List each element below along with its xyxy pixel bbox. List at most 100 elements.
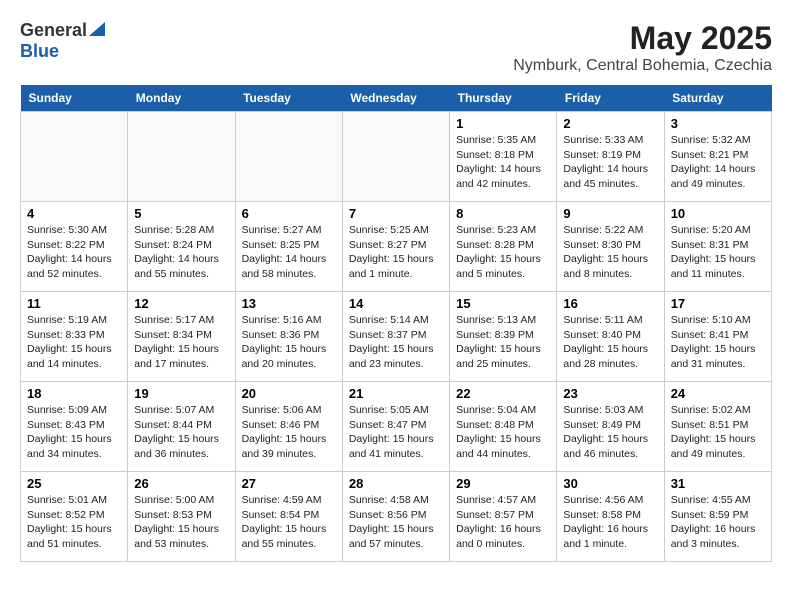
calendar-header-row: SundayMondayTuesdayWednesdayThursdayFrid… [21,85,772,112]
calendar-cell-11: 11 Sunrise: 5:19 AMSunset: 8:33 PMDayligh… [21,292,128,382]
day-number: 18 [27,386,121,401]
week-row-5: 25 Sunrise: 5:01 AMSunset: 8:52 PMDayligh… [21,472,772,562]
logo: General Blue [20,20,105,62]
cell-details: Sunrise: 5:04 AMSunset: 8:48 PMDaylight:… [456,403,550,462]
day-number: 15 [456,296,550,311]
calendar-cell-19: 19Sunrise: 5:07 AMSunset: 8:44 PMDayligh… [128,382,235,472]
day-number: 12 [134,296,228,311]
cell-details: Sunrise: 5:33 AMSunset: 8:19 PMDaylight:… [563,133,657,192]
day-number: 17 [671,296,765,311]
calendar-cell-28: 28 Sunrise: 4:58 AMSunset: 8:56 PMDayligh… [342,472,449,562]
calendar-cell-empty-0-3 [342,112,449,202]
calendar-cell-1: 1Sunrise: 5:35 AMSunset: 8:18 PMDaylight… [450,112,557,202]
day-number: 23 [563,386,657,401]
cell-details: Sunrise: 5:32 AMSunset: 8:21 PMDaylight:… [671,133,765,192]
calendar-cell-7: 7Sunrise: 5:25 AMSunset: 8:27 PMDaylight… [342,202,449,292]
calendar-cell-13: 13 Sunrise: 5:16 AMSunset: 8:36 PMDayligh… [235,292,342,382]
day-number: 1 [456,116,550,131]
day-number: 26 [134,476,228,491]
day-number: 8 [456,206,550,221]
week-row-3: 11 Sunrise: 5:19 AMSunset: 8:33 PMDayligh… [21,292,772,382]
day-header-monday: Monday [128,85,235,112]
cell-details: Sunrise: 5:25 AMSunset: 8:27 PMDaylight:… [349,223,443,282]
cell-details: Sunrise: 4:56 AMSunset: 8:58 PMDaylight:… [563,493,657,552]
day-header-friday: Friday [557,85,664,112]
cell-details: Sunrise: 5:03 AMSunset: 8:49 PMDaylight:… [563,403,657,462]
week-row-1: 1Sunrise: 5:35 AMSunset: 8:18 PMDaylight… [21,112,772,202]
day-number: 22 [456,386,550,401]
day-header-thursday: Thursday [450,85,557,112]
day-number: 30 [563,476,657,491]
calendar-cell-27: 27Sunrise: 4:59 AMSunset: 8:54 PMDayligh… [235,472,342,562]
page-header: General Blue May 2025 Nymburk, Central B… [20,20,772,75]
cell-details: Sunrise: 5:28 AMSunset: 8:24 PMDaylight:… [134,223,228,282]
cell-details: Sunrise: 4:58 AMSunset: 8:56 PMDaylight:… [349,493,443,552]
day-number: 13 [242,296,336,311]
day-number: 5 [134,206,228,221]
cell-details: Sunrise: 5:13 AMSunset: 8:39 PMDaylight:… [456,313,550,372]
day-number: 25 [27,476,121,491]
calendar-cell-18: 18 Sunrise: 5:09 AMSunset: 8:43 PMDayligh… [21,382,128,472]
day-header-saturday: Saturday [664,85,771,112]
calendar-cell-14: 14 Sunrise: 5:14 AMSunset: 8:37 PMDayligh… [342,292,449,382]
logo-blue-text: Blue [20,41,59,61]
calendar-cell-9: 9 Sunrise: 5:22 AMSunset: 8:30 PMDaylight… [557,202,664,292]
cell-details: Sunrise: 5:27 AMSunset: 8:25 PMDaylight:… [242,223,336,282]
calendar-cell-5: 5 Sunrise: 5:28 AMSunset: 8:24 PMDaylight… [128,202,235,292]
calendar-cell-4: 4Sunrise: 5:30 AMSunset: 8:22 PMDaylight… [21,202,128,292]
logo-general-text: General [20,20,87,41]
cell-details: Sunrise: 5:19 AMSunset: 8:33 PMDaylight:… [27,313,121,372]
cell-details: Sunrise: 5:02 AMSunset: 8:51 PMDaylight:… [671,403,765,462]
cell-details: Sunrise: 5:07 AMSunset: 8:44 PMDaylight:… [134,403,228,462]
day-number: 9 [563,206,657,221]
calendar-cell-3: 3Sunrise: 5:32 AMSunset: 8:21 PMDaylight… [664,112,771,202]
cell-details: Sunrise: 5:22 AMSunset: 8:30 PMDaylight:… [563,223,657,282]
calendar-cell-30: 30 Sunrise: 4:56 AMSunset: 8:58 PMDayligh… [557,472,664,562]
calendar-cell-26: 26 Sunrise: 5:00 AMSunset: 8:53 PMDayligh… [128,472,235,562]
day-number: 6 [242,206,336,221]
calendar-cell-20: 20Sunrise: 5:06 AMSunset: 8:46 PMDayligh… [235,382,342,472]
calendar-cell-25: 25 Sunrise: 5:01 AMSunset: 8:52 PMDayligh… [21,472,128,562]
day-header-wednesday: Wednesday [342,85,449,112]
calendar-cell-21: 21Sunrise: 5:05 AMSunset: 8:47 PMDayligh… [342,382,449,472]
day-header-sunday: Sunday [21,85,128,112]
cell-details: Sunrise: 5:00 AMSunset: 8:53 PMDaylight:… [134,493,228,552]
title-block: May 2025 Nymburk, Central Bohemia, Czech… [513,20,772,75]
calendar-cell-12: 12 Sunrise: 5:17 AMSunset: 8:34 PMDayligh… [128,292,235,382]
calendar-cell-22: 22 Sunrise: 5:04 AMSunset: 8:48 PMDayligh… [450,382,557,472]
day-number: 24 [671,386,765,401]
day-number: 21 [349,386,443,401]
cell-details: Sunrise: 5:10 AMSunset: 8:41 PMDaylight:… [671,313,765,372]
main-title: May 2025 [513,20,772,57]
cell-details: Sunrise: 4:57 AMSunset: 8:57 PMDaylight:… [456,493,550,552]
calendar-cell-15: 15 Sunrise: 5:13 AMSunset: 8:39 PMDayligh… [450,292,557,382]
cell-details: Sunrise: 5:11 AMSunset: 8:40 PMDaylight:… [563,313,657,372]
calendar-cell-2: 2 Sunrise: 5:33 AMSunset: 8:19 PMDaylight… [557,112,664,202]
calendar-cell-24: 24 Sunrise: 5:02 AMSunset: 8:51 PMDayligh… [664,382,771,472]
cell-details: Sunrise: 5:17 AMSunset: 8:34 PMDaylight:… [134,313,228,372]
day-number: 29 [456,476,550,491]
calendar-cell-8: 8 Sunrise: 5:23 AMSunset: 8:28 PMDaylight… [450,202,557,292]
calendar-cell-29: 29 Sunrise: 4:57 AMSunset: 8:57 PMDayligh… [450,472,557,562]
cell-details: Sunrise: 5:20 AMSunset: 8:31 PMDaylight:… [671,223,765,282]
day-number: 28 [349,476,443,491]
day-number: 16 [563,296,657,311]
calendar-cell-31: 31Sunrise: 4:55 AMSunset: 8:59 PMDayligh… [664,472,771,562]
day-number: 31 [671,476,765,491]
day-header-tuesday: Tuesday [235,85,342,112]
day-number: 4 [27,206,121,221]
day-number: 2 [563,116,657,131]
cell-details: Sunrise: 5:09 AMSunset: 8:43 PMDaylight:… [27,403,121,462]
cell-details: Sunrise: 5:16 AMSunset: 8:36 PMDaylight:… [242,313,336,372]
day-number: 11 [27,296,121,311]
cell-details: Sunrise: 5:01 AMSunset: 8:52 PMDaylight:… [27,493,121,552]
cell-details: Sunrise: 4:59 AMSunset: 8:54 PMDaylight:… [242,493,336,552]
day-number: 20 [242,386,336,401]
subtitle: Nymburk, Central Bohemia, Czechia [513,57,772,75]
day-number: 14 [349,296,443,311]
calendar-cell-empty-0-1 [128,112,235,202]
calendar-cell-23: 23 Sunrise: 5:03 AMSunset: 8:49 PMDayligh… [557,382,664,472]
calendar-body: 1Sunrise: 5:35 AMSunset: 8:18 PMDaylight… [21,112,772,562]
cell-details: Sunrise: 5:23 AMSunset: 8:28 PMDaylight:… [456,223,550,282]
cell-details: Sunrise: 5:14 AMSunset: 8:37 PMDaylight:… [349,313,443,372]
